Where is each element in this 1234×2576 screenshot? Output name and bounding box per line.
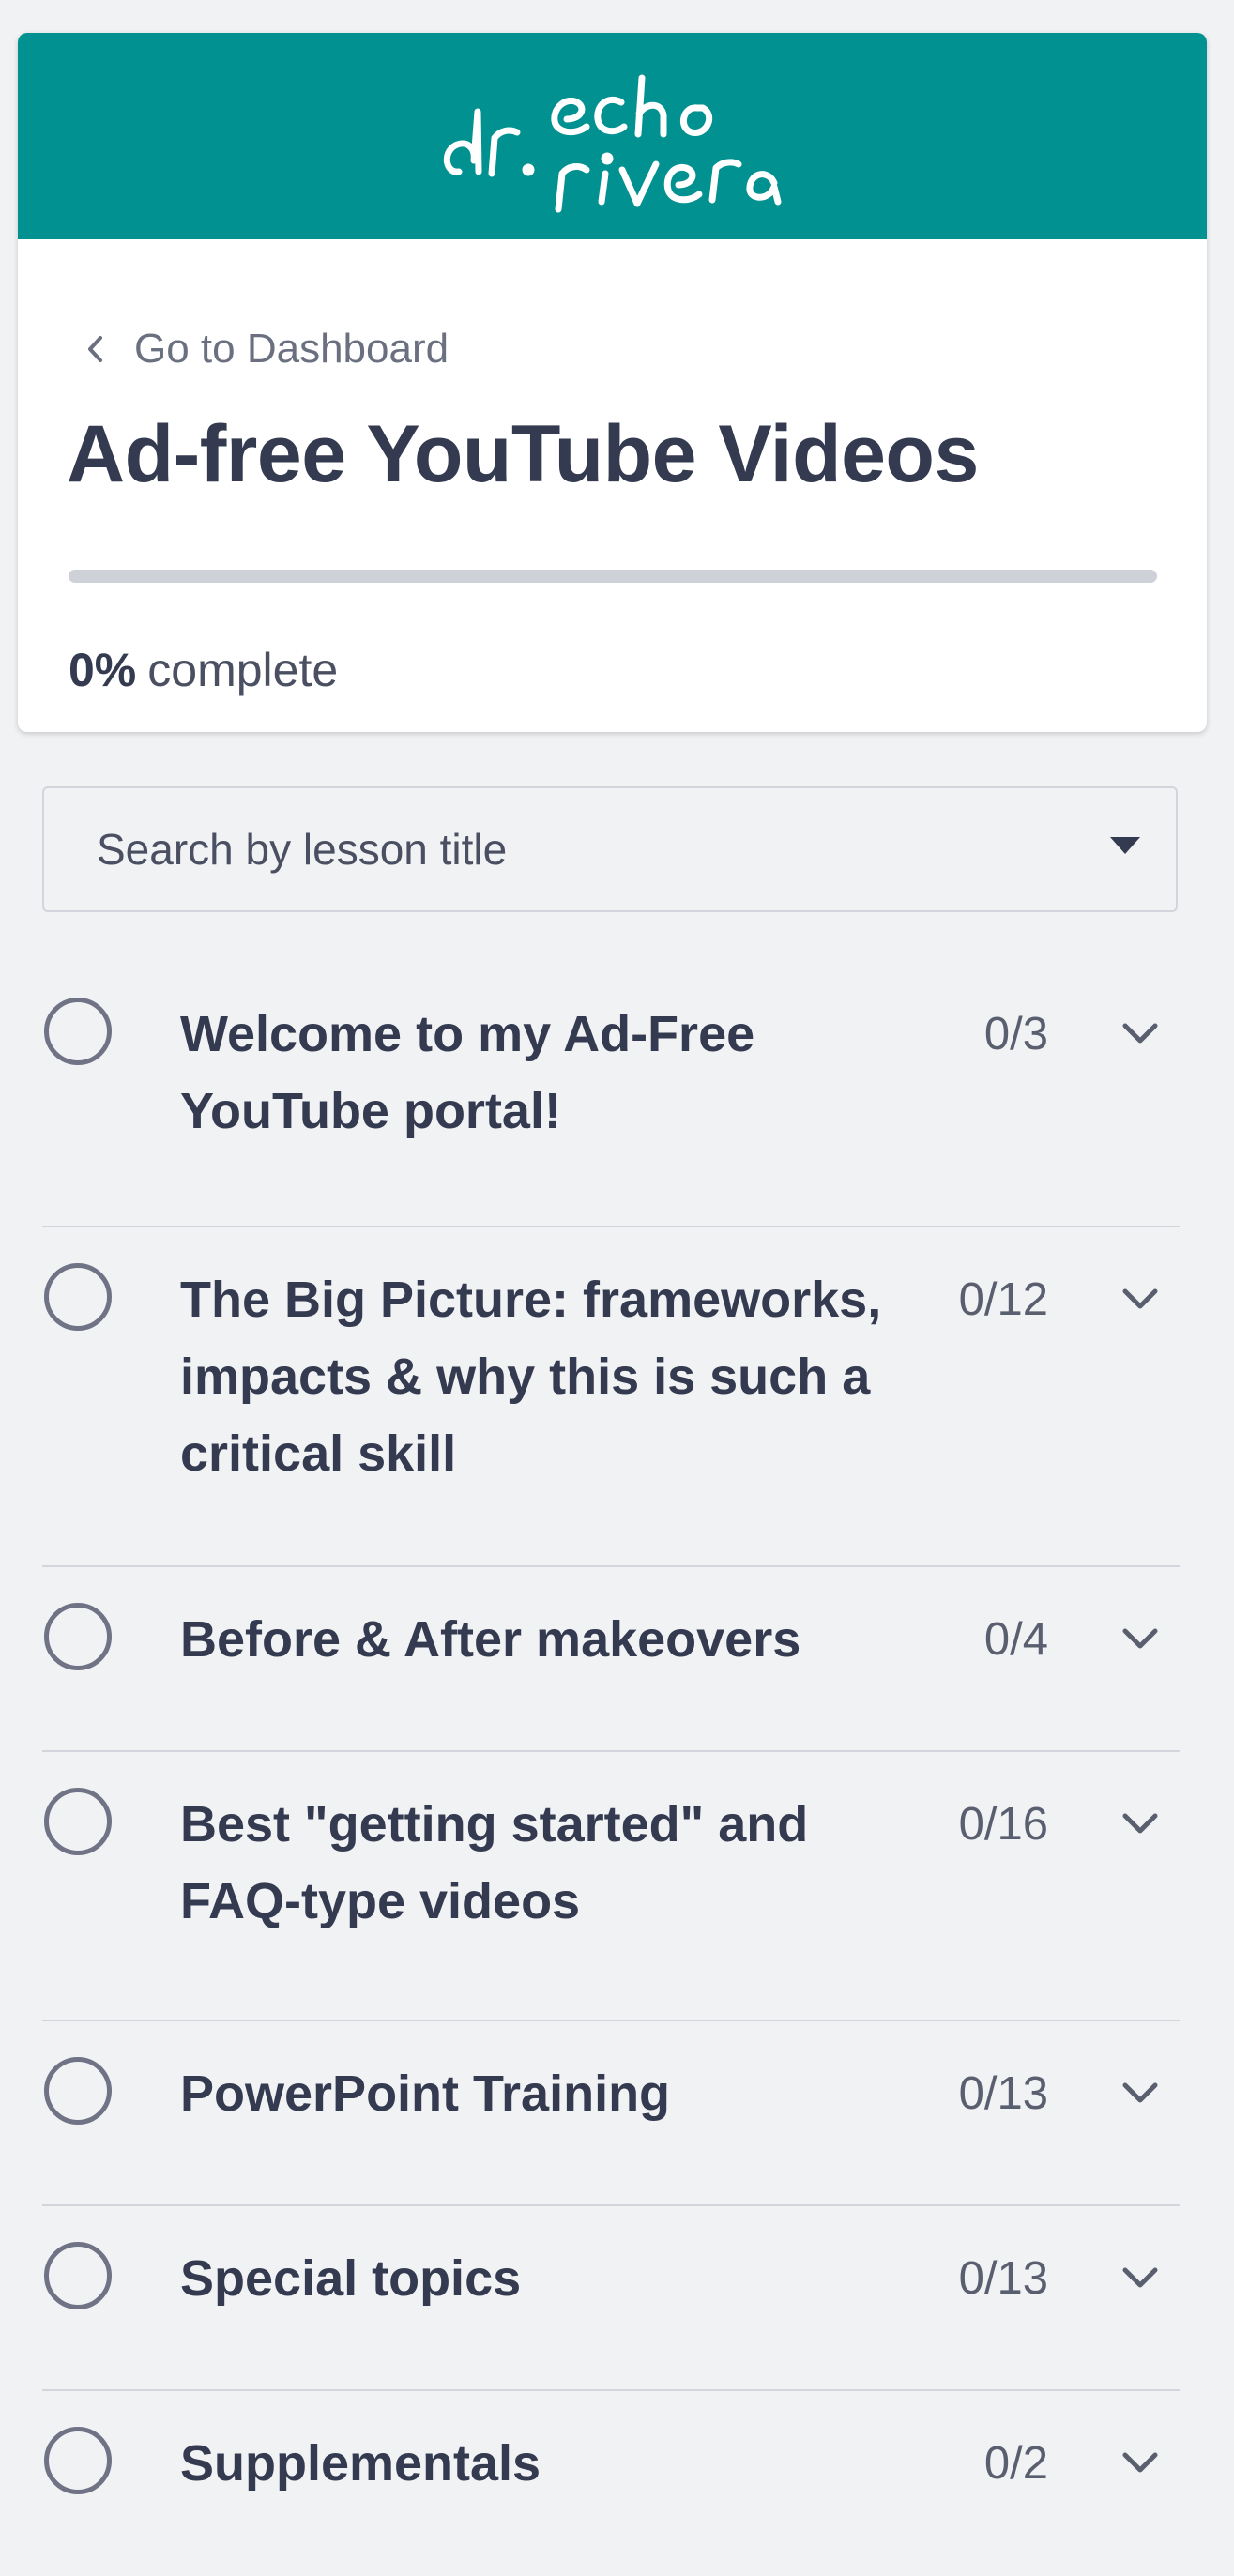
section-title: Special topics — [180, 2250, 522, 2307]
completion-circle-icon — [44, 1263, 112, 1331]
go-to-dashboard-link[interactable]: Go to Dashboard — [85, 326, 449, 373]
chevron-down-icon[interactable] — [1118, 1011, 1163, 1056]
course-section-row[interactable]: Special topics 0/13 — [42, 2206, 1180, 2391]
section-title: The Big Picture: frameworks, impacts & w… — [180, 1272, 882, 1482]
lesson-search[interactable] — [42, 786, 1178, 912]
completion-circle-icon — [44, 2427, 112, 2494]
section-lesson-count: 0/3 — [983, 1009, 1048, 1059]
section-lesson-count: 0/2 — [983, 2438, 1048, 2489]
section-title: Before & After makeovers — [180, 1611, 801, 1668]
site-logo[interactable] — [18, 33, 1207, 239]
completion-circle-icon — [44, 1603, 112, 1670]
section-lesson-count: 0/16 — [958, 1799, 1048, 1850]
chevron-down-icon[interactable] — [1118, 2070, 1163, 2115]
course-sections-list: Welcome to my Ad-Free YouTube portal! 0/3… — [42, 962, 1180, 2576]
section-title: Best "getting started" and FAQ-type vide… — [180, 1796, 809, 1929]
chevron-down-icon[interactable] — [1118, 1616, 1163, 1661]
chevron-down-icon[interactable] — [1118, 2440, 1163, 2485]
completion-circle-icon — [44, 2057, 112, 2125]
search-input[interactable] — [97, 824, 1035, 875]
course-section-row[interactable]: The Big Picture: frameworks, impacts & w… — [42, 1227, 1180, 1567]
course-section-row[interactable]: Before & After makeovers 0/4 — [42, 1567, 1180, 1752]
section-lesson-count: 0/12 — [958, 1274, 1048, 1325]
course-title: Ad-free YouTube Videos — [67, 409, 979, 499]
course-section-row[interactable]: PowerPoint Training 0/13 — [42, 2021, 1180, 2206]
section-lesson-count: 0/4 — [983, 1614, 1048, 1665]
section-lesson-count: 0/13 — [958, 2253, 1048, 2304]
progress-percent: 0% — [69, 644, 137, 696]
section-title: PowerPoint Training — [180, 2065, 671, 2122]
completion-circle-icon — [44, 2242, 112, 2309]
progress-bar — [69, 570, 1157, 583]
caret-down-icon[interactable] — [1110, 837, 1140, 854]
course-section-row[interactable]: Welcome to my Ad-Free YouTube portal! 0/3 — [42, 962, 1180, 1227]
chevron-left-icon — [85, 334, 123, 364]
brand-bar — [18, 33, 1207, 239]
completion-circle-icon — [44, 998, 112, 1065]
section-title: Welcome to my Ad-Free YouTube portal! — [180, 1006, 755, 1139]
chevron-down-icon[interactable] — [1118, 2255, 1163, 2300]
course-header-card: Go to Dashboard Ad-free YouTube Videos 0… — [18, 33, 1207, 732]
section-title: Supplementals — [180, 2435, 541, 2492]
chevron-down-icon[interactable] — [1118, 1801, 1163, 1846]
go-to-dashboard-label: Go to Dashboard — [134, 326, 449, 372]
chevron-down-icon[interactable] — [1118, 1276, 1163, 1321]
course-section-row[interactable]: Best "getting started" and FAQ-type vide… — [42, 1752, 1180, 2021]
progress-suffix: complete — [147, 644, 339, 696]
section-lesson-count: 0/13 — [958, 2068, 1048, 2119]
completion-circle-icon — [44, 1788, 112, 1855]
course-section-row[interactable]: Supplementals 0/2 — [42, 2391, 1180, 2576]
progress-text: 0% complete — [69, 643, 338, 697]
